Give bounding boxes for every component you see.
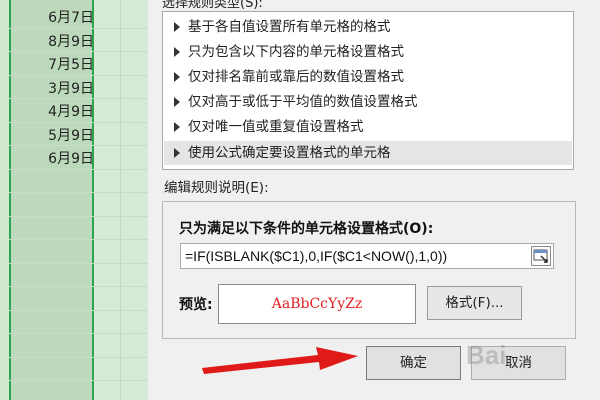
- list-item-label: 使用公式确定要设置格式的单元格: [188, 145, 391, 161]
- list-item-label: 仅对高于或低于平均值的数值设置格式: [188, 94, 418, 110]
- red-arrow-icon: [202, 347, 358, 374]
- triangle-right-icon: [174, 97, 180, 107]
- preview-label: 预览:: [179, 297, 213, 313]
- triangle-right-icon: [174, 148, 180, 158]
- table-row[interactable]: [9, 217, 148, 240]
- table-row[interactable]: [9, 334, 148, 358]
- table-row[interactable]: [9, 311, 148, 334]
- table-row[interactable]: [9, 193, 148, 217]
- range-select-icon: [533, 249, 548, 263]
- list-item-label: 仅对排名靠前或靠后的数值设置格式: [188, 69, 404, 85]
- table-row[interactable]: 4月9日: [9, 99, 148, 123]
- list-item-label: 仅对唯一值或重复值设置格式: [188, 119, 364, 135]
- list-item[interactable]: 仅对唯一值或重复值设置格式: [164, 115, 572, 139]
- table-row[interactable]: [9, 287, 148, 311]
- rule-type-label: 选择规则类型(S):: [162, 0, 263, 11]
- row-header-strip: [0, 0, 9, 400]
- list-item-selected[interactable]: 使用公式确定要设置格式的单元格: [164, 141, 572, 165]
- date-cell: 7月5日: [48, 57, 94, 73]
- watermark-logo: Bai: [466, 340, 507, 370]
- list-item[interactable]: 仅对高于或低于平均值的数值设置格式: [164, 90, 572, 114]
- list-item-label: 只为包含以下内容的单元格设置格式: [188, 44, 404, 60]
- list-item-label: 基于各自值设置所有单元格的格式: [188, 19, 391, 35]
- rule-description-label: 编辑规则说明(E):: [164, 180, 269, 196]
- table-row[interactable]: 6月7日: [9, 5, 148, 29]
- spreadsheet-background: 6月7日 8月9日 7月5日 3月9日 4月9日 5月9日 6月9日: [0, 0, 148, 400]
- date-cell: 6月7日: [48, 10, 94, 26]
- table-row[interactable]: 5月9日: [9, 123, 148, 146]
- date-cell: 6月9日: [48, 151, 94, 167]
- triangle-right-icon: [174, 47, 180, 57]
- list-item[interactable]: 只为包含以下内容的单元格设置格式: [164, 40, 572, 64]
- condition-heading: 只为满足以下条件的单元格设置格式(O):: [179, 221, 434, 237]
- table-row[interactable]: 8月9日: [9, 29, 148, 52]
- formula-field[interactable]: [180, 243, 554, 269]
- triangle-right-icon: [174, 72, 180, 82]
- triangle-right-icon: [174, 122, 180, 132]
- range-collapse-button[interactable]: [531, 246, 551, 266]
- list-item[interactable]: 仅对排名靠前或靠后的数值设置格式: [164, 65, 572, 89]
- format-preview: AaBbCcYyZz: [218, 284, 416, 324]
- list-item[interactable]: 基于各自值设置所有单元格的格式: [164, 15, 572, 39]
- date-cell: 8月9日: [48, 33, 94, 50]
- table-row[interactable]: [9, 264, 148, 287]
- date-cell: 5月9日: [48, 127, 94, 144]
- table-row[interactable]: 3月9日: [9, 76, 148, 99]
- table-row[interactable]: [9, 240, 148, 264]
- table-row[interactable]: 7月5日: [9, 52, 148, 76]
- date-cell: 4月9日: [48, 104, 94, 120]
- rule-type-list[interactable]: 基于各自值设置所有单元格的格式 只为包含以下内容的单元格设置格式 仅对排名靠前或…: [162, 11, 574, 170]
- table-row[interactable]: 6月9日: [9, 146, 148, 170]
- rule-description-group: 只为满足以下条件的单元格设置格式(O): 预览: AaBbCcYyZz 格式(F…: [162, 201, 576, 339]
- ok-button[interactable]: 确定: [366, 346, 461, 380]
- table-row[interactable]: [9, 358, 148, 381]
- format-button[interactable]: 格式(F)...: [427, 286, 522, 320]
- table-row[interactable]: [9, 170, 148, 193]
- date-rows: 6月7日 8月9日 7月5日 3月9日 4月9日 5月9日 6月9日: [9, 5, 148, 381]
- formula-input[interactable]: [181, 244, 521, 268]
- date-cell: 3月9日: [48, 80, 94, 97]
- triangle-right-icon: [174, 22, 180, 32]
